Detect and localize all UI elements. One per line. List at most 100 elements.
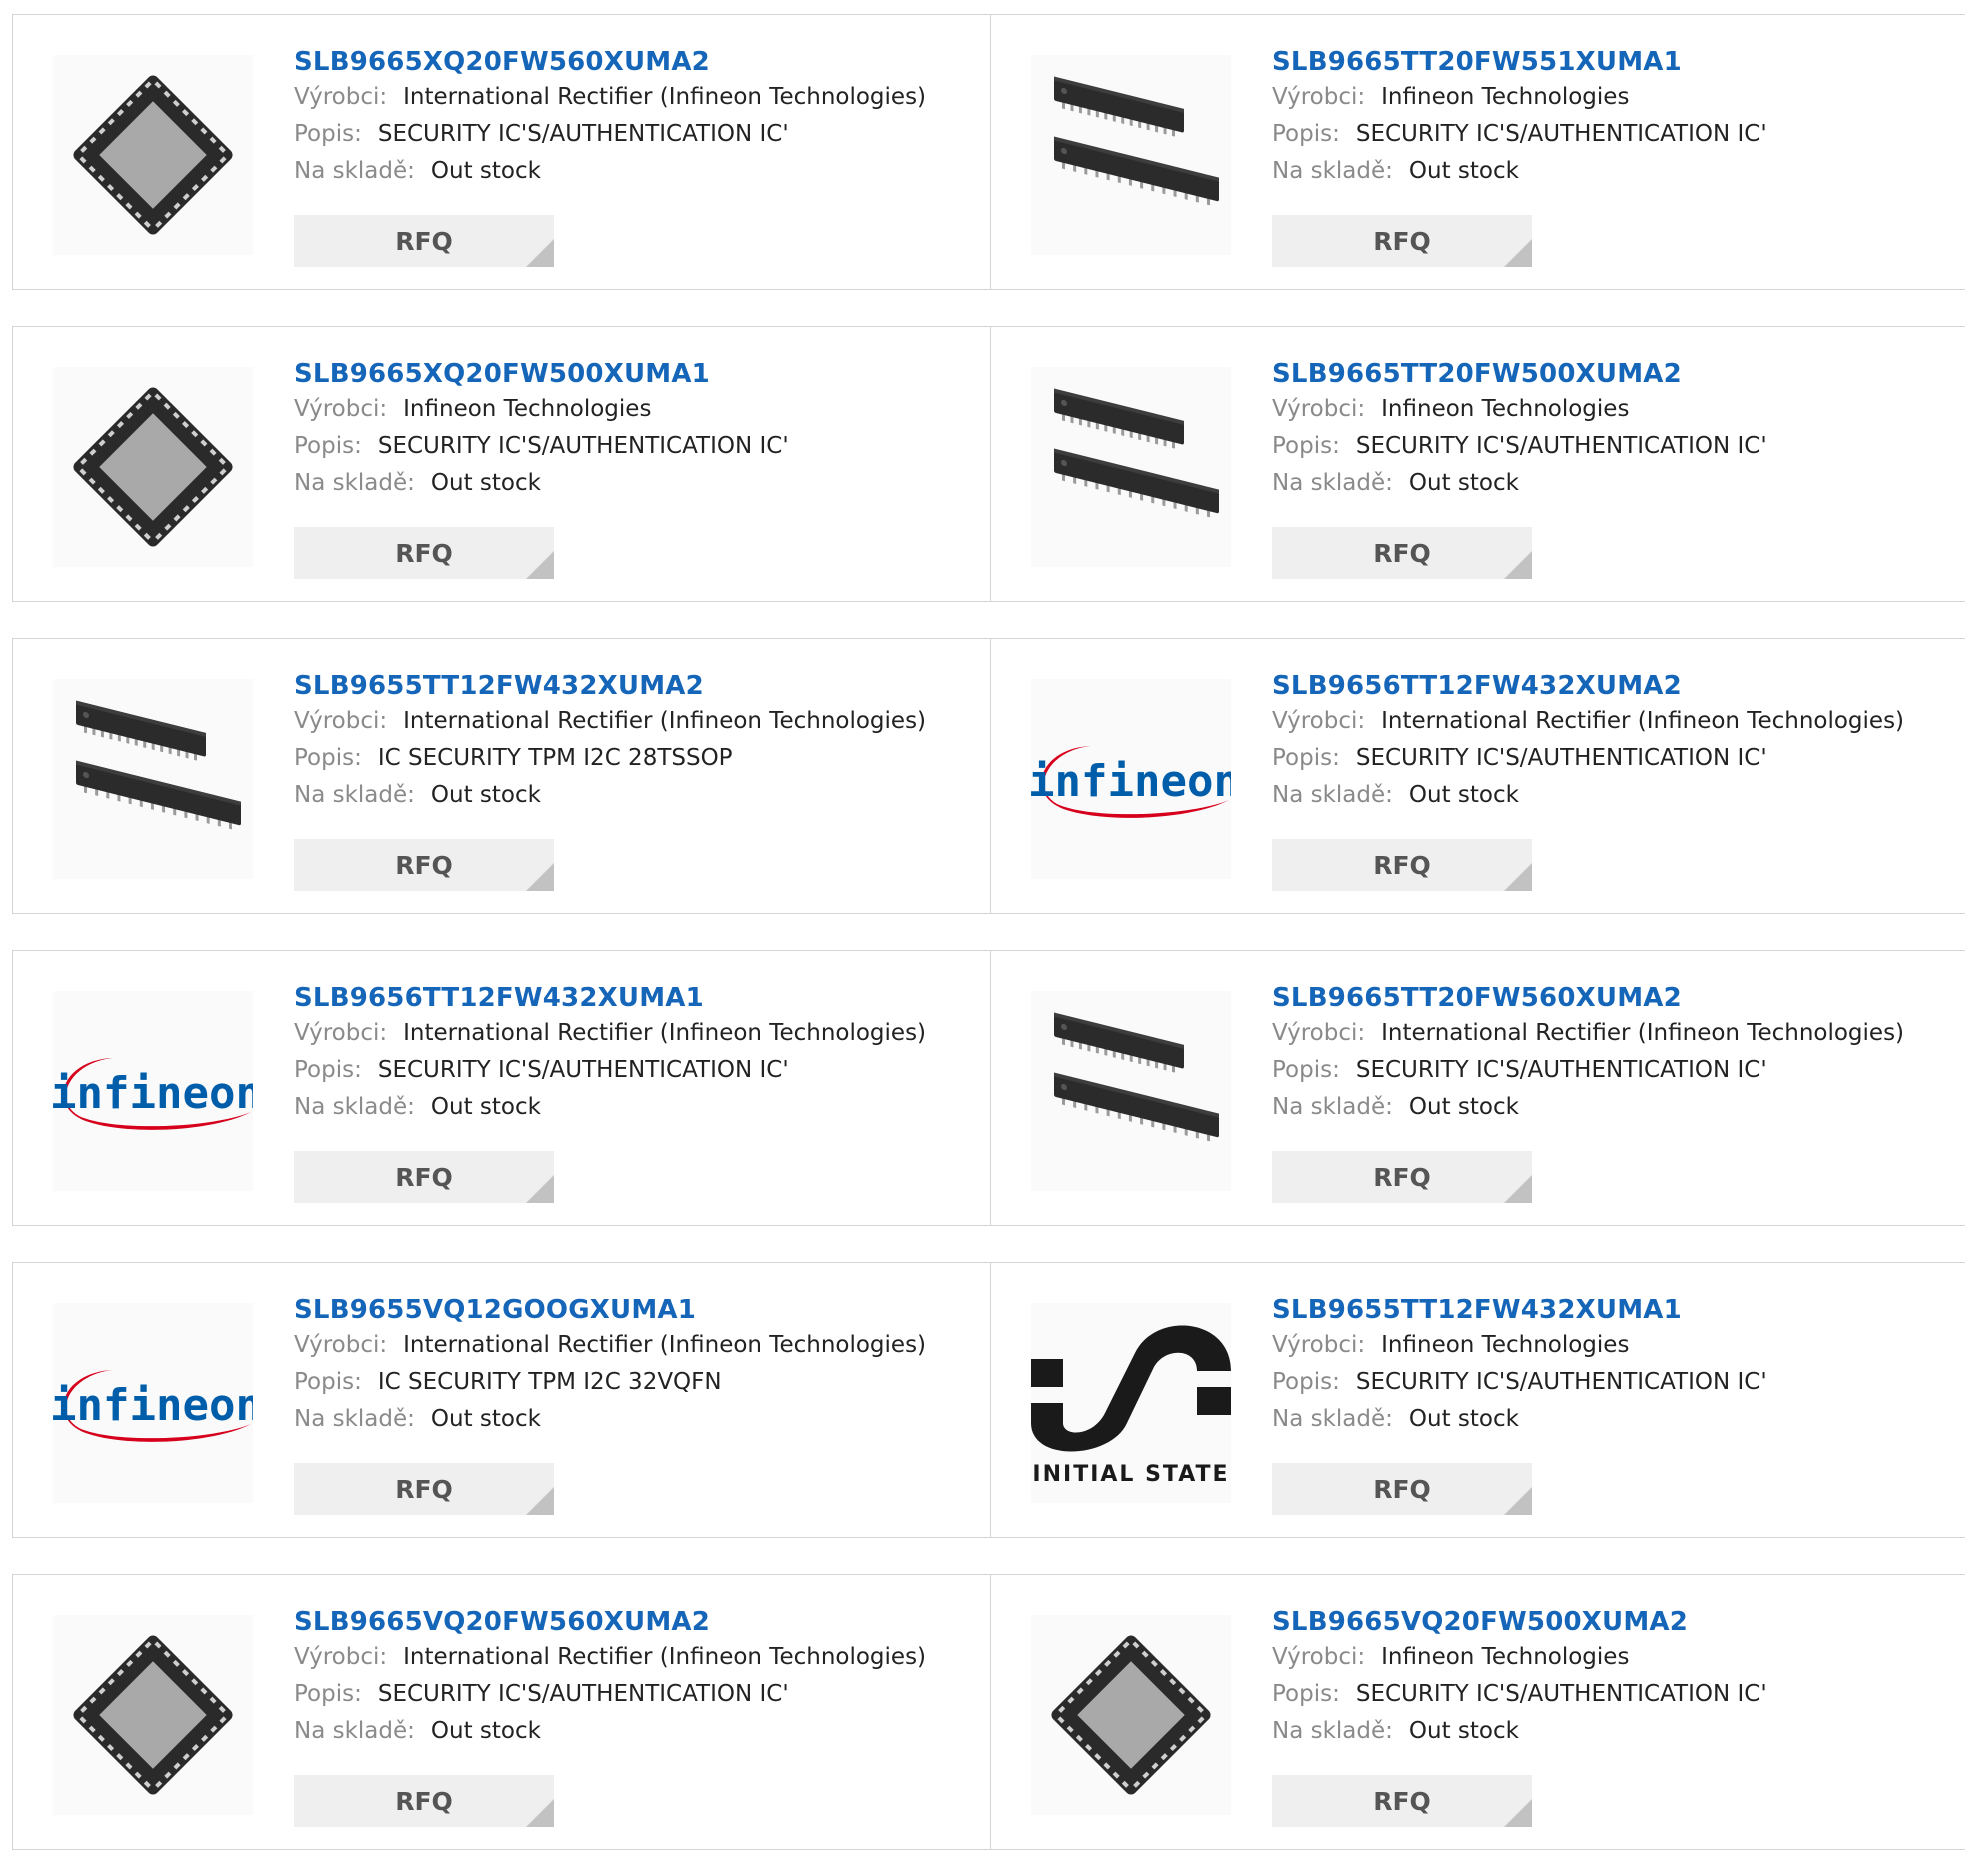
product-image[interactable] [53, 679, 253, 879]
part-number-link[interactable]: SLB9656TT12FW432XUMA2 [1272, 669, 1955, 703]
infineon-logo: infineon [53, 1058, 253, 1130]
svg-text:infineon: infineon [53, 1068, 253, 1119]
part-number-link[interactable]: SLB9655VQ12GOOGXUMA1 [294, 1293, 980, 1327]
manufacturer-value: Infineon Technologies [403, 396, 652, 422]
product-image[interactable] [53, 367, 253, 567]
description-value: SECURITY IC'S/AUTHENTICATION IC' [377, 1681, 789, 1707]
description-value: IC SECURITY TPM I2C 32VQFN [377, 1369, 722, 1395]
rfq-corner-decoration [526, 863, 554, 891]
rfq-corner-decoration [1504, 1487, 1532, 1515]
product-image[interactable] [1031, 55, 1231, 255]
qfn-chip-icon [73, 387, 233, 547]
description-row: Popis: SECURITY IC'S/AUTHENTICATION IC' [294, 1676, 980, 1713]
part-number-link[interactable]: SLB9665XQ20FW560XUMA2 [294, 45, 980, 79]
rfq-button[interactable]: RFQ [1272, 527, 1532, 579]
manufacturer-label: Výrobci: [294, 708, 388, 734]
description-row: Popis: SECURITY IC'S/AUTHENTICATION IC' [1272, 428, 1955, 465]
description-value: SECURITY IC'S/AUTHENTICATION IC' [377, 433, 789, 459]
part-number-link[interactable]: SLB9665TT20FW551XUMA1 [1272, 45, 1955, 79]
description-label: Popis: [1272, 745, 1340, 771]
rfq-button[interactable]: RFQ [294, 1775, 554, 1827]
product-image[interactable]: INITIAL STATE [1031, 1303, 1231, 1503]
rfq-label: RFQ [395, 226, 453, 256]
product-image[interactable]: infineon [53, 1303, 253, 1503]
manufacturer-value: International Rectifier (Infineon Techno… [403, 708, 927, 734]
stock-row: Na skladě: Out stock [1272, 1089, 1955, 1126]
rfq-corner-decoration [526, 1799, 554, 1827]
product-info: SLB9655TT12FW432XUMA2 Výrobci: Internatio… [294, 669, 980, 814]
manufacturer-label: Výrobci: [294, 1020, 388, 1046]
svg-text:infineon: infineon [1031, 756, 1231, 807]
part-number-link[interactable]: SLB9665VQ20FW560XUMA2 [294, 1605, 980, 1639]
rfq-button[interactable]: RFQ [294, 1151, 554, 1203]
stock-label: Na skladě: [1272, 1094, 1393, 1120]
rfq-corner-decoration [1504, 1799, 1532, 1827]
part-number-link[interactable]: SLB9656TT12FW432XUMA1 [294, 981, 980, 1015]
product-card: infineon SLB9656TT12FW432XUMA1 Výrobci: I… [12, 950, 991, 1226]
product-info: SLB9665TT20FW500XUMA2 Výrobci: Infineon T… [1272, 357, 1955, 502]
description-value: SECURITY IC'S/AUTHENTICATION IC' [1355, 1057, 1767, 1083]
description-value: SECURITY IC'S/AUTHENTICATION IC' [1355, 1369, 1767, 1395]
part-number-link[interactable]: SLB9665VQ20FW500XUMA2 [1272, 1605, 1955, 1639]
rfq-label: RFQ [395, 538, 453, 568]
part-number-link[interactable]: SLB9655TT12FW432XUMA1 [1272, 1293, 1955, 1327]
stock-label: Na skladě: [294, 1718, 415, 1744]
qfn-chip-icon [73, 1635, 233, 1795]
manufacturer-value: International Rectifier (Infineon Techno… [403, 1644, 927, 1670]
manufacturer-row: Výrobci: International Rectifier (Infineo… [294, 79, 980, 116]
rfq-corner-decoration [526, 1175, 554, 1203]
initial-state-logo: INITIAL STATE [1031, 1325, 1231, 1487]
stock-value: Out stock [430, 1406, 541, 1432]
part-number-link[interactable]: SLB9665TT20FW560XUMA2 [1272, 981, 1955, 1015]
rfq-corner-decoration [1504, 1175, 1532, 1203]
description-row: Popis: SECURITY IC'S/AUTHENTICATION IC' [294, 1052, 980, 1089]
rfq-button[interactable]: RFQ [1272, 1151, 1532, 1203]
part-number-link[interactable]: SLB9655TT12FW432XUMA2 [294, 669, 980, 703]
manufacturer-value: Infineon Technologies [1381, 84, 1630, 110]
stock-row: Na skladě: Out stock [294, 1713, 980, 1750]
product-image[interactable] [1031, 1615, 1231, 1815]
rfq-corner-decoration [526, 1487, 554, 1515]
rfq-button[interactable]: RFQ [1272, 1775, 1532, 1827]
description-row: Popis: SECURITY IC'S/AUTHENTICATION IC' [294, 116, 980, 153]
infineon-logo: infineon [53, 1370, 253, 1442]
product-card: SLB9655TT12FW432XUMA2 Výrobci: Internatio… [12, 638, 991, 914]
product-card: SLB9665VQ20FW500XUMA2 Výrobci: Infineon T… [990, 1574, 1965, 1850]
product-info: SLB9665TT20FW560XUMA2 Výrobci: Internatio… [1272, 981, 1955, 1126]
part-number-link[interactable]: SLB9665TT20FW500XUMA2 [1272, 357, 1955, 391]
rfq-button[interactable]: RFQ [1272, 1463, 1532, 1515]
description-value: SECURITY IC'S/AUTHENTICATION IC' [1355, 745, 1767, 771]
stock-row: Na skladě: Out stock [1272, 153, 1955, 190]
product-image[interactable] [1031, 991, 1231, 1191]
rfq-label: RFQ [1373, 538, 1431, 568]
product-info: SLB9665VQ20FW560XUMA2 Výrobci: Internatio… [294, 1605, 980, 1750]
tssop-chip-icon [1054, 388, 1219, 518]
rfq-button[interactable]: RFQ [294, 215, 554, 267]
product-card: SLB9665TT20FW500XUMA2 Výrobci: Infineon T… [990, 326, 1965, 602]
manufacturer-value: International Rectifier (Infineon Techno… [1381, 1020, 1905, 1046]
stock-label: Na skladě: [294, 1406, 415, 1432]
description-value: SECURITY IC'S/AUTHENTICATION IC' [1355, 121, 1767, 147]
rfq-label: RFQ [395, 850, 453, 880]
description-label: Popis: [294, 1057, 362, 1083]
product-image[interactable] [53, 55, 253, 255]
product-image[interactable] [53, 1615, 253, 1815]
rfq-label: RFQ [1373, 850, 1431, 880]
rfq-button[interactable]: RFQ [1272, 839, 1532, 891]
rfq-button[interactable]: RFQ [294, 527, 554, 579]
rfq-label: RFQ [1373, 1474, 1431, 1504]
rfq-button[interactable]: RFQ [1272, 215, 1532, 267]
description-row: Popis: IC SECURITY TPM I2C 28TSSOP [294, 740, 980, 777]
rfq-button[interactable]: RFQ [294, 839, 554, 891]
rfq-button[interactable]: RFQ [294, 1463, 554, 1515]
description-label: Popis: [1272, 121, 1340, 147]
product-image[interactable] [1031, 367, 1231, 567]
manufacturer-row: Výrobci: Infineon Technologies [294, 391, 980, 428]
product-image[interactable]: infineon [53, 991, 253, 1191]
rfq-corner-decoration [1504, 863, 1532, 891]
manufacturer-row: Výrobci: International Rectifier (Infineo… [294, 1639, 980, 1676]
stock-row: Na skladě: Out stock [1272, 1713, 1955, 1750]
part-number-link[interactable]: SLB9665XQ20FW500XUMA1 [294, 357, 980, 391]
product-image[interactable]: infineon [1031, 679, 1231, 879]
product-info: SLB9656TT12FW432XUMA1 Výrobci: Internatio… [294, 981, 980, 1126]
